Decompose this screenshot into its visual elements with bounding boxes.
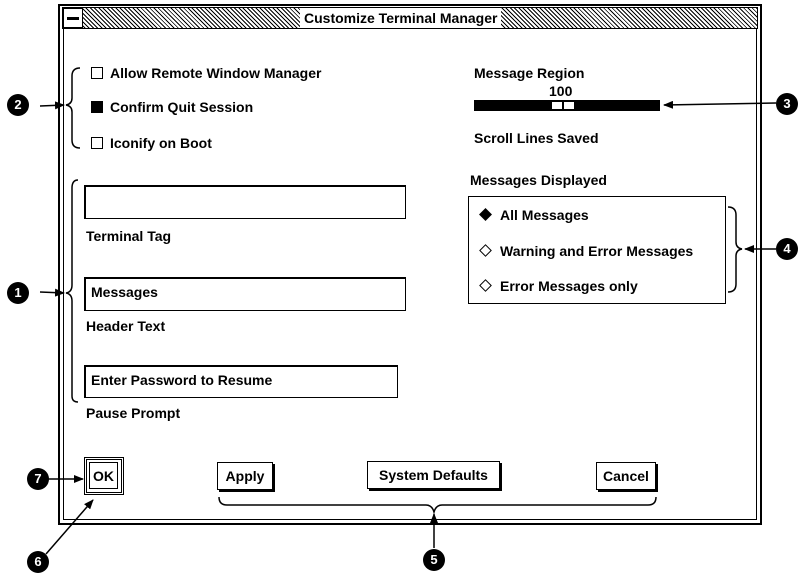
bracket-checkboxes (65, 67, 81, 149)
callout-7: 7 (27, 468, 49, 490)
callout-6: 6 (27, 551, 49, 573)
arrow-callout-6 (45, 499, 94, 555)
arrow-callout-2 (39, 101, 65, 110)
callout-3: 3 (776, 93, 798, 115)
callout-annotations (39, 67, 777, 555)
callout-1: 1 (7, 282, 29, 304)
bracket-textfields (65, 179, 79, 403)
callout-4: 4 (776, 238, 798, 260)
arrow-callout-1 (39, 288, 65, 297)
callout-5: 5 (423, 549, 445, 571)
bracket-buttons (218, 496, 657, 515)
arrow-callout-3 (663, 100, 777, 109)
bracket-radios (727, 206, 743, 293)
callout-2: 2 (7, 94, 29, 116)
